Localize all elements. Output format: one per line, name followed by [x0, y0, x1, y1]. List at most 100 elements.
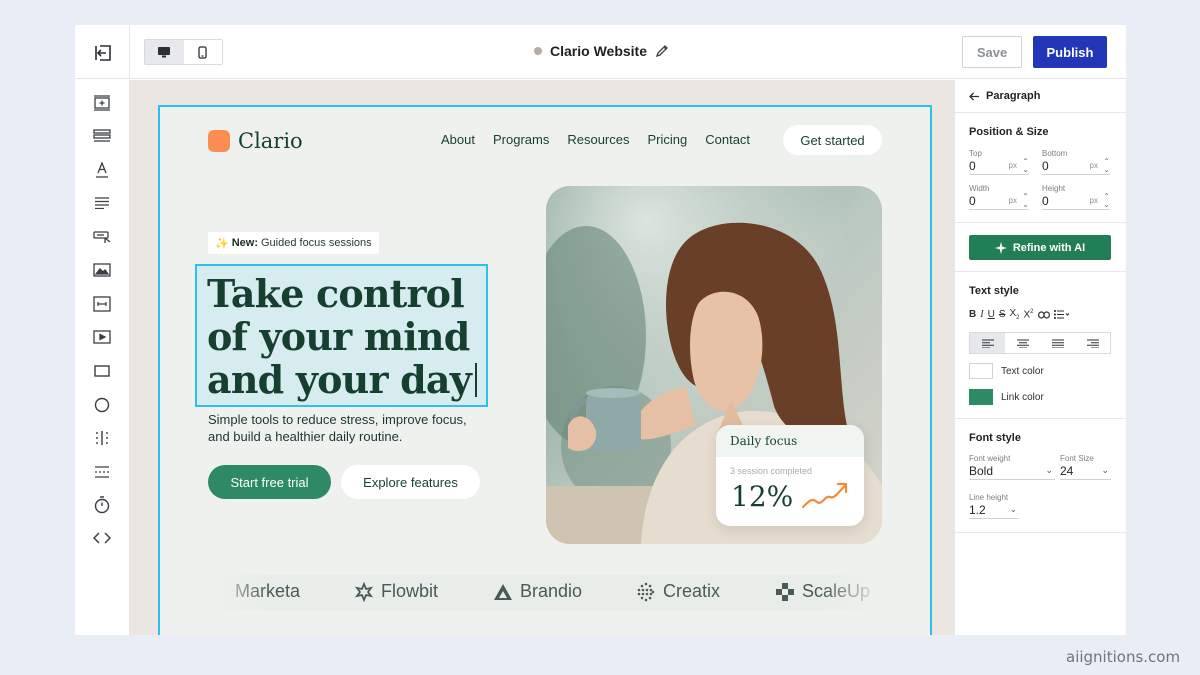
line-height-select[interactable]: 1.2 ⌄	[969, 501, 1019, 519]
nav-item-pricing[interactable]: Pricing	[647, 132, 687, 147]
selected-headline-block[interactable]: Take control of your mind and your day	[195, 264, 488, 407]
timer-icon	[94, 496, 110, 514]
site-nav: About Programs Resources Pricing Contact	[441, 132, 750, 147]
circle-icon	[94, 397, 110, 413]
width-stepper-icon[interactable]: ⌃ ⌄	[1022, 192, 1029, 209]
embed-icon	[93, 296, 111, 312]
height-unit: px	[1089, 196, 1098, 205]
tool-embed[interactable]	[88, 291, 116, 317]
align-center-button[interactable]	[1005, 333, 1040, 353]
flowbit-icon	[354, 581, 374, 602]
top-input[interactable]: 0 px ⌃ ⌄	[969, 157, 1029, 175]
underline-icon[interactable]: U	[988, 309, 995, 320]
exit-editor-button[interactable]	[89, 39, 117, 67]
site-page: Clario About Programs Resources Pricing …	[158, 105, 932, 635]
logo-brandio: Brandio	[493, 581, 582, 602]
tool-rows[interactable]	[88, 123, 116, 149]
text-color-swatch[interactable]	[969, 363, 993, 379]
hero-subtext[interactable]: Simple tools to reduce stress, improve f…	[208, 411, 488, 445]
mobile-icon	[198, 45, 207, 59]
font-weight-select[interactable]: Bold ⌄	[969, 462, 1055, 480]
bold-icon[interactable]: B	[969, 309, 976, 320]
refine-with-ai-button[interactable]: Refine with AI	[969, 235, 1111, 260]
logo-brandio-text: Brandio	[520, 581, 583, 601]
top-bar: Clario Website Save Publish	[75, 25, 1126, 79]
add-section-icon	[94, 95, 110, 111]
refine-label: Refine with AI	[1012, 241, 1086, 254]
edit-title-icon[interactable]	[655, 44, 669, 58]
nav-item-programs[interactable]: Programs	[493, 132, 549, 147]
tool-paragraph[interactable]	[88, 190, 116, 216]
link-color-swatch[interactable]	[969, 389, 993, 405]
tool-text[interactable]	[88, 157, 116, 183]
site-brand[interactable]: Clario	[208, 129, 303, 153]
align-left-button[interactable]	[970, 333, 1005, 353]
sparkle-icon	[994, 241, 1007, 254]
tool-image[interactable]	[88, 257, 116, 283]
position-size-title: Position & Size	[969, 126, 1049, 138]
tool-add-section[interactable]	[88, 90, 116, 116]
font-size-select[interactable]: 24 ⌄	[1060, 462, 1111, 480]
tool-code[interactable]	[88, 525, 116, 551]
desktop-view-button[interactable]	[145, 40, 184, 64]
back-to-paragraph[interactable]: Paragraph	[969, 90, 1040, 102]
columns-icon	[96, 431, 108, 445]
logo-creatix: Creatix	[636, 581, 720, 602]
strikethrough-icon[interactable]: S	[999, 309, 1006, 320]
width-input[interactable]: 0 px ⌃ ⌄	[969, 192, 1029, 210]
image-icon	[93, 263, 111, 277]
tool-video[interactable]	[88, 324, 116, 350]
tool-button[interactable]	[88, 224, 116, 250]
position-size-section: Position & Size Top 0 px ⌃ ⌄ Bottom 0 px …	[955, 113, 1126, 223]
hero-headline[interactable]: Take control of your mind and your day	[207, 272, 487, 401]
italic-icon[interactable]: I	[980, 309, 983, 320]
trend-up-icon	[801, 482, 848, 509]
format-toolbar: B I U S X2 X2	[969, 308, 1070, 321]
tool-columns[interactable]	[88, 425, 116, 451]
hero-headline-text: Take control of your mind and your day	[207, 271, 472, 402]
line-height-value: 1.2	[969, 502, 986, 517]
brandio-icon	[494, 583, 512, 600]
topbar-divider	[129, 25, 130, 79]
nav-item-resources[interactable]: Resources	[567, 132, 629, 147]
font-size-value: 24	[1060, 463, 1074, 478]
list-icon[interactable]	[1053, 310, 1070, 319]
save-button[interactable]: Save	[962, 36, 1022, 68]
font-weight-value: Bold	[969, 463, 994, 478]
link-color-label: Link color	[1001, 392, 1044, 403]
tool-rectangle[interactable]	[88, 358, 116, 384]
bottom-input[interactable]: 0 px ⌃ ⌄	[1042, 157, 1110, 175]
align-right-button[interactable]	[1075, 333, 1110, 353]
explore-features-button[interactable]: Explore features	[341, 465, 480, 499]
sparkle-icon: ✨	[215, 237, 229, 250]
start-free-trial-button[interactable]: Start free trial	[208, 465, 331, 499]
get-started-button[interactable]: Get started	[783, 125, 882, 155]
chevron-down-icon: ⌄	[1009, 504, 1017, 514]
tool-rail	[75, 80, 130, 635]
publish-button[interactable]: Publish	[1033, 36, 1107, 68]
watermark: aiignitions.com	[1066, 648, 1181, 666]
align-justify-button[interactable]	[1040, 333, 1075, 353]
height-stepper-icon[interactable]: ⌃ ⌄	[1103, 192, 1110, 209]
desktop-icon	[158, 47, 171, 58]
height-value: 0	[1042, 193, 1049, 208]
bottom-unit: px	[1089, 161, 1098, 170]
mobile-view-button[interactable]	[184, 40, 223, 64]
tool-timer[interactable]	[88, 492, 116, 518]
top-stepper-icon[interactable]: ⌃ ⌄	[1022, 157, 1029, 174]
superscript-icon[interactable]: X2	[1024, 309, 1034, 320]
tool-circle[interactable]	[88, 392, 116, 418]
site-title-text: Clario Website	[550, 43, 647, 59]
focus-card-value: 12%	[731, 480, 794, 513]
tool-divider[interactable]	[88, 459, 116, 485]
announcement-badge[interactable]: ✨ New: Guided focus sessions	[208, 232, 379, 254]
width-unit: px	[1008, 196, 1017, 205]
nav-item-about[interactable]: About	[441, 132, 475, 147]
nav-item-contact[interactable]: Contact	[705, 132, 750, 147]
subscript-icon[interactable]: X2	[1009, 308, 1019, 321]
bottom-stepper-icon[interactable]: ⌃ ⌄	[1103, 157, 1110, 174]
link-icon[interactable]	[1037, 310, 1050, 319]
height-input[interactable]: 0 px ⌃ ⌄	[1042, 192, 1110, 210]
logo-strip: Marketa Flowbit Brandio Creatix	[208, 575, 882, 610]
align-justify-icon	[1051, 339, 1064, 348]
